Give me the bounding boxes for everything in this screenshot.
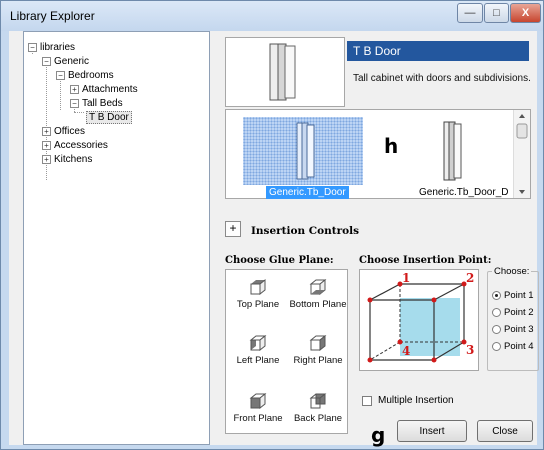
glue-option-left-plane[interactable]: Left Plane xyxy=(228,334,288,366)
collapse-icon[interactable]: − xyxy=(56,70,65,80)
glue-plane-list[interactable]: Top Plane Bottom Plane Left Plane Right … xyxy=(225,269,348,434)
insertion-point-title: Choose Insertion Point: xyxy=(359,255,492,266)
multiple-insertion-checkbox[interactable] xyxy=(362,395,372,406)
annotation-g: g xyxy=(371,423,386,447)
tree-item-label: Bedrooms xyxy=(68,69,114,81)
tree-item-label: T B Door xyxy=(86,110,132,124)
cube-diagram: 1 2 3 4 xyxy=(367,271,474,363)
gallery-caption: Generic.Tb_Door xyxy=(266,186,349,199)
tree-item-label: libraries xyxy=(40,41,76,53)
vertex-marker xyxy=(431,297,437,303)
dialog-body: − libraries − Generic − Bedrooms + Attac… xyxy=(9,31,539,447)
collapse-icon[interactable]: − xyxy=(28,42,37,52)
vertex-marker xyxy=(367,297,373,303)
library-explorer-window: Library Explorer — □ X − libraries − Gen… xyxy=(0,0,544,450)
expand-icon[interactable]: + xyxy=(42,154,51,164)
glue-option-right-plane[interactable]: Right Plane xyxy=(288,334,348,366)
maximize-icon: □ xyxy=(493,7,500,19)
close-icon: X xyxy=(521,7,530,19)
expand-icon[interactable]: + xyxy=(70,84,79,94)
choose-label: Choose: xyxy=(492,266,532,277)
tree-item-generic[interactable]: − Generic xyxy=(42,54,89,68)
radio-selected-icon[interactable] xyxy=(492,291,501,300)
insertion-point-diagram[interactable]: 1 2 3 4 xyxy=(359,269,479,371)
radio-point-2[interactable]: Point 2 xyxy=(492,307,534,318)
radio-point-3[interactable]: Point 3 xyxy=(492,324,534,335)
point-4-label: 4 xyxy=(402,344,410,358)
tree-item-label: Kitchens xyxy=(54,153,93,165)
minimize-icon: — xyxy=(464,7,476,19)
maximize-button[interactable]: □ xyxy=(484,3,509,23)
item-preview xyxy=(225,37,345,107)
multiple-insertion-option[interactable]: Multiple Insertion xyxy=(362,395,454,406)
tree-item-t-b-door[interactable]: T B Door xyxy=(86,110,132,124)
left-plane-icon xyxy=(249,334,267,352)
collapse-icon[interactable]: − xyxy=(70,98,79,108)
radio-icon[interactable] xyxy=(492,342,501,351)
multiple-insertion-label: Multiple Insertion xyxy=(378,395,454,406)
window-title: Library Explorer xyxy=(10,9,95,23)
gallery-item-selected[interactable] xyxy=(243,117,363,185)
radio-point-1[interactable]: Point 1 xyxy=(492,290,534,301)
vertex-marker xyxy=(367,357,373,363)
front-plane-icon xyxy=(249,392,267,410)
scroll-up-icon[interactable] xyxy=(519,114,525,118)
glue-plane-title: Choose Glue Plane: xyxy=(225,255,334,266)
tree-item-tall-beds[interactable]: − Tall Beds xyxy=(70,96,123,110)
annotation-h: h xyxy=(384,134,399,158)
title-bar[interactable]: Library Explorer — □ X xyxy=(1,1,543,31)
cabinet-thumbnail-icon[interactable] xyxy=(432,118,472,184)
point-2-label: 2 xyxy=(466,271,474,285)
library-tree[interactable]: − libraries − Generic − Bedrooms + Attac… xyxy=(23,31,210,445)
tree-item-accessories[interactable]: + Accessories xyxy=(42,138,108,152)
details-pane: T B Door Tall cabinet with doors and sub… xyxy=(219,31,539,447)
close-button[interactable]: Close xyxy=(477,420,533,442)
gallery-scrollbar[interactable] xyxy=(513,110,530,198)
collapse-icon[interactable]: − xyxy=(42,56,51,66)
insertion-controls-toggle[interactable]: + xyxy=(225,221,241,237)
glue-option-bottom-plane[interactable]: Bottom Plane xyxy=(288,278,348,310)
tree-item-libraries[interactable]: − libraries xyxy=(28,40,75,54)
cabinet-preview-icon xyxy=(269,43,296,101)
top-plane-icon xyxy=(250,278,266,296)
right-plane-icon xyxy=(309,334,327,352)
item-description: Tall cabinet with doors and subdivisions… xyxy=(353,73,531,84)
glue-option-top-plane[interactable]: Top Plane xyxy=(228,278,288,310)
close-window-button[interactable]: X xyxy=(510,3,541,23)
tree-item-offices[interactable]: + Offices xyxy=(42,124,85,138)
expand-icon[interactable]: + xyxy=(42,140,51,150)
point-1-label: 1 xyxy=(402,271,410,285)
tree-item-label: Tall Beds xyxy=(82,97,123,109)
insert-button[interactable]: Insert xyxy=(397,420,467,442)
glue-option-back-plane[interactable]: Back Plane xyxy=(288,392,348,424)
bottom-plane-icon xyxy=(309,278,327,296)
tree-item-attachments[interactable]: + Attachments xyxy=(70,82,138,96)
cabinet-thumbnail-icon xyxy=(296,122,315,180)
tree-item-kitchens[interactable]: + Kitchens xyxy=(42,152,92,166)
scroll-down-icon[interactable] xyxy=(519,190,525,194)
item-gallery[interactable]: Generic.Tb_Door Generic.Tb_Door_D xyxy=(225,109,531,199)
vertex-marker xyxy=(431,357,437,363)
glue-option-front-plane[interactable]: Front Plane xyxy=(228,392,288,424)
scrollbar-controls xyxy=(516,114,528,194)
point-3-label: 3 xyxy=(466,343,474,357)
choose-point-group: Choose: Point 1 Point 2 Point 3 Point 4 xyxy=(487,266,539,371)
back-plane-icon xyxy=(309,393,327,409)
scroll-thumb[interactable] xyxy=(516,123,528,139)
tree-item-label: Generic xyxy=(54,55,90,67)
radio-icon[interactable] xyxy=(492,325,501,334)
minimize-button[interactable]: — xyxy=(457,3,483,23)
tree-item-label: Attachments xyxy=(82,83,138,95)
tree-item-label: Offices xyxy=(54,125,85,137)
expand-icon[interactable]: + xyxy=(42,126,51,136)
radio-icon[interactable] xyxy=(492,308,501,317)
item-title: T B Door xyxy=(347,41,529,61)
tree-item-bedrooms[interactable]: − Bedrooms xyxy=(56,68,114,82)
gallery-caption: Generic.Tb_Door_D xyxy=(419,187,509,198)
radio-point-4[interactable]: Point 4 xyxy=(492,341,534,352)
tree-item-label: Accessories xyxy=(54,139,108,151)
insertion-controls-title: Insertion Controls xyxy=(251,225,360,237)
